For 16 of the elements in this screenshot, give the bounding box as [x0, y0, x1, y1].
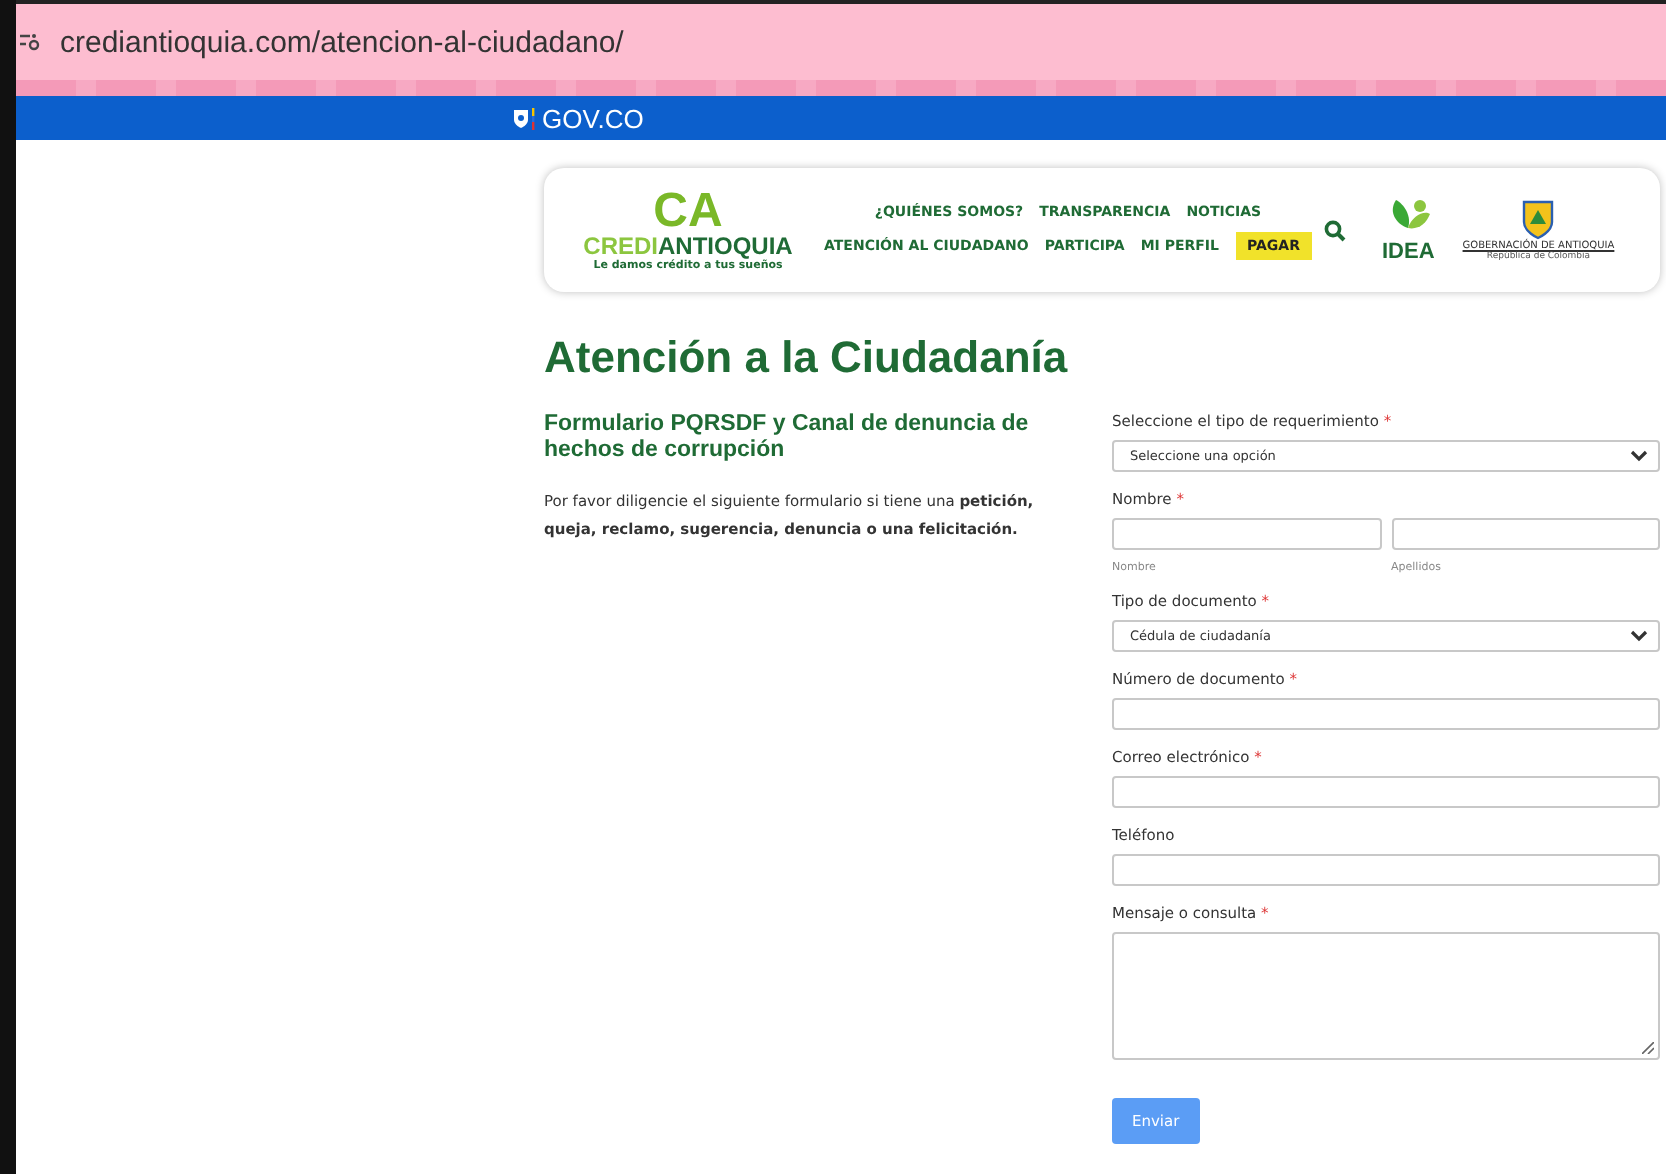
- resize-grip-icon[interactable]: [1642, 1042, 1654, 1054]
- input-field[interactable]: [1112, 776, 1660, 808]
- input-field[interactable]: [1112, 698, 1660, 730]
- site-settings-icon[interactable]: [20, 32, 40, 52]
- url-text[interactable]: crediantioquia.com/atencion-al-ciudadano/: [60, 25, 624, 59]
- input-field[interactable]: [1112, 518, 1381, 550]
- page-title: Atención a la Ciudadanía: [544, 332, 1070, 384]
- idea-logo[interactable]: IDEA: [1382, 196, 1435, 264]
- shield-icon: [512, 107, 536, 129]
- gov-co-logo[interactable]: GOV.CO: [542, 103, 644, 133]
- chevron-icon: [1630, 630, 1648, 642]
- input-field[interactable]: [1391, 518, 1660, 550]
- input-field[interactable]: [1112, 854, 1660, 886]
- section-heading: Formulario PQRSDF y Canal de denuncia de hechos de corrupción: [544, 412, 1031, 464]
- search-icon[interactable]: [1324, 219, 1346, 241]
- chevron-icon: [1630, 450, 1648, 462]
